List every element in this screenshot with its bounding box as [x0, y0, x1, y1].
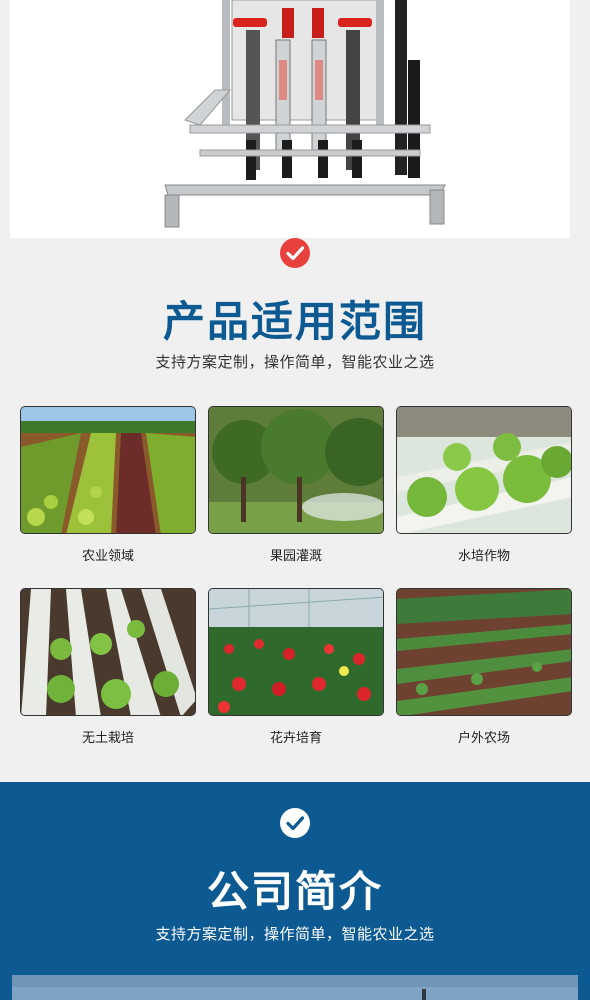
item-label-flowers: 花卉培育: [269, 731, 322, 746]
checkmark-icon: [280, 808, 310, 838]
item-label-outdoor-farm: 户外农场: [457, 731, 510, 746]
anthurium-greenhouse-image: [208, 588, 384, 716]
item-label-agriculture: 农业领域: [81, 549, 134, 564]
item-label-hydroponic: 水培作物: [457, 549, 510, 564]
orchard-mist-image: [208, 406, 384, 534]
checkmark-icon: [280, 238, 310, 268]
vegetable-field-image: [20, 406, 196, 534]
company-profile-section: 公司简介 支持方案定制，操作简单，智能农业之选: [0, 782, 590, 1000]
product-image-area: [0, 0, 590, 238]
application-scope-section: 产品适用范围 支持方案定制，操作简单，智能农业之选 农业领域 果园灌溉 水培作物…: [0, 238, 590, 782]
soilless-culture-image: [20, 588, 196, 716]
outdoor-farm-image: [396, 588, 572, 716]
company-section-subtitle: 支持方案定制，操作简单，智能农业之选: [155, 925, 435, 943]
hydroponic-lettuce-image: [396, 406, 572, 534]
company-section-title: 公司简介: [206, 867, 383, 916]
fertigation-machine-image: [164, 0, 446, 228]
section-title: 产品适用范围: [162, 297, 427, 346]
item-label-orchard: 果园灌溉: [269, 549, 322, 564]
section-subtitle: 支持方案定制，操作简单，智能农业之选: [155, 353, 435, 371]
item-label-soilless: 无土栽培: [81, 731, 134, 746]
company-building-image: [12, 975, 578, 1000]
